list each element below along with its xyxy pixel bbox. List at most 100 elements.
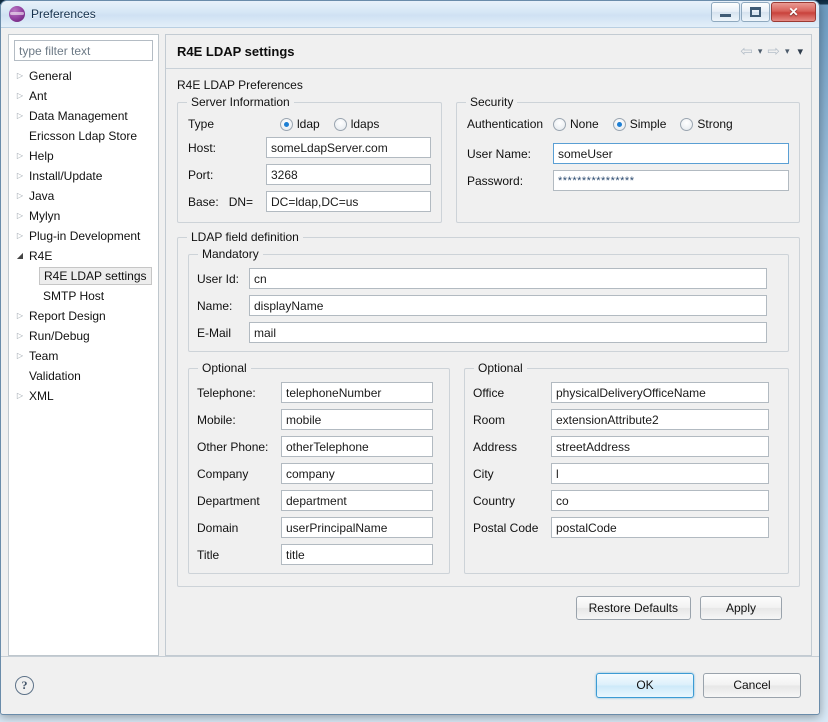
radio-auth-strong[interactable]: Strong: [680, 117, 733, 131]
other-phone-input[interactable]: [281, 436, 433, 457]
sidebar-item-label: R4E LDAP settings: [39, 267, 152, 285]
e-mail-input[interactable]: [249, 322, 767, 343]
mobile-input[interactable]: [281, 409, 433, 430]
sidebar-item-label: Team: [29, 349, 59, 363]
sidebar-item-ant[interactable]: ▷ Ant: [9, 86, 158, 106]
back-arrow-icon[interactable]: ⇦: [740, 44, 753, 59]
back-dropdown-caret-icon[interactable]: ▾: [758, 46, 763, 57]
department-input[interactable]: [281, 490, 433, 511]
restore-defaults-button[interactable]: Restore Defaults: [575, 596, 691, 620]
sidebar-item-report-design[interactable]: ▷ Report Design: [9, 306, 158, 326]
tree-expand-arrow-icon[interactable]: ▷: [13, 332, 27, 340]
port-label: Port:: [188, 167, 214, 182]
forward-dropdown-caret-icon[interactable]: ▾: [785, 46, 790, 57]
tree-expand-arrow-icon[interactable]: ▷: [13, 172, 27, 180]
sidebar-item-label: R4E: [29, 249, 53, 263]
sidebar-item-label: Report Design: [29, 309, 106, 323]
tree-expand-arrow-icon[interactable]: ▷: [13, 232, 27, 240]
base-dn-row: Base: DN=: [188, 191, 431, 212]
radio-ldap-indicator-icon: [280, 117, 293, 131]
optional-right-group: Optional Office Room Address City Country Pos…: [464, 361, 789, 574]
name-input[interactable]: [249, 295, 767, 316]
sidebar-item-general[interactable]: ▷ General: [9, 66, 158, 86]
tree-expand-arrow-icon[interactable]: ▷: [13, 352, 27, 360]
mandatory-group: Mandatory User Id: Name: E-Mail: [188, 247, 789, 352]
authentication-label: Authentication: [467, 117, 544, 131]
sidebar-item-team[interactable]: ▷ Team: [9, 346, 158, 366]
field-label: Telephone:: [197, 385, 256, 400]
tree-expand-arrow-icon[interactable]: ▷: [13, 112, 27, 120]
panel-menu-caret-icon[interactable]: ▾: [797, 45, 803, 58]
postal-code-input[interactable]: [551, 517, 769, 538]
sidebar-item-r4e[interactable]: ◢ R4E: [9, 246, 158, 266]
dn-label: DN=: [228, 194, 254, 209]
dialog-action-buttons: OK Cancel: [596, 672, 801, 698]
office-input[interactable]: [551, 382, 769, 403]
company-input[interactable]: [281, 463, 433, 484]
filter-input[interactable]: [14, 40, 153, 61]
tree-expand-arrow-icon[interactable]: ▷: [13, 312, 27, 320]
ok-button[interactable]: OK: [596, 672, 694, 698]
sidebar-item-label: Mylyn: [29, 209, 61, 223]
tree-expand-arrow-icon[interactable]: ▷: [13, 392, 27, 400]
sidebar-item-ericsson-ldap-store[interactable]: Ericsson Ldap Store: [9, 126, 158, 146]
domain-input[interactable]: [281, 517, 433, 538]
sidebar-item-smtp-host[interactable]: SMTP Host: [9, 286, 158, 306]
minimize-button[interactable]: [711, 2, 740, 22]
cancel-button[interactable]: Cancel: [703, 672, 801, 698]
port-input[interactable]: [266, 164, 431, 185]
help-icon[interactable]: ?: [15, 675, 34, 695]
sidebar-item-r4e-ldap-settings[interactable]: R4E LDAP settings: [9, 266, 158, 286]
optional-right-group-label: Optional: [474, 361, 527, 375]
radio-ldap[interactable]: ldap: [280, 117, 320, 131]
radio-ldaps[interactable]: ldaps: [333, 117, 379, 131]
password-input[interactable]: [553, 170, 789, 191]
preferences-tree[interactable]: ▷ General ▷ Ant ▷ Data Management Ericsson Lda…: [9, 64, 158, 655]
tree-expand-arrow-icon[interactable]: ▷: [13, 72, 27, 80]
base-dn-input[interactable]: [266, 191, 431, 212]
mandatory-group-label: Mandatory: [198, 247, 263, 261]
host-input[interactable]: [266, 137, 431, 158]
user-id-input[interactable]: [249, 268, 767, 289]
sidebar-item-label: Run/Debug: [29, 329, 90, 343]
title-input[interactable]: [281, 544, 433, 565]
forward-arrow-icon[interactable]: ⇨: [767, 44, 780, 59]
username-input[interactable]: [553, 143, 789, 164]
telephone-input[interactable]: [281, 382, 433, 403]
sidebar-item-mylyn[interactable]: ▷ Mylyn: [9, 206, 158, 226]
sidebar-item-run-debug[interactable]: ▷ Run/Debug: [9, 326, 158, 346]
close-button[interactable]: ✕: [771, 2, 816, 22]
radio-auth-simple[interactable]: Simple: [612, 117, 666, 131]
field-label: Address: [473, 439, 518, 454]
password-row: Password:: [467, 170, 789, 191]
sidebar-item-label: Plug-in Development: [29, 229, 141, 243]
field-label: Department: [197, 493, 260, 508]
maximize-button[interactable]: [741, 2, 770, 22]
sidebar-item-plug-in-development[interactable]: ▷ Plug-in Development: [9, 226, 158, 246]
tree-expand-arrow-icon[interactable]: ▷: [13, 92, 27, 100]
sidebar-item-label: Help: [29, 149, 54, 163]
tree-expand-arrow-icon[interactable]: ▷: [13, 192, 27, 200]
sidebar-item-validation[interactable]: Validation: [9, 366, 158, 386]
radio-auth-none[interactable]: None: [553, 117, 599, 131]
optional-left-fields: Telephone: Mobile: Other Phone: Company Depa…: [197, 382, 441, 565]
sidebar-item-java[interactable]: ▷ Java: [9, 186, 158, 206]
sidebar-item-data-management[interactable]: ▷ Data Management: [9, 106, 158, 126]
address-input[interactable]: [551, 436, 769, 457]
sidebar-item-label: SMTP Host: [43, 289, 105, 303]
city-input[interactable]: [551, 463, 769, 484]
tree-expand-arrow-icon[interactable]: ▷: [13, 152, 27, 160]
country-input[interactable]: [551, 490, 769, 511]
room-input[interactable]: [551, 409, 769, 430]
field-row: Telephone:: [197, 382, 441, 403]
sidebar-item-help[interactable]: ▷ Help: [9, 146, 158, 166]
ok-label: OK: [636, 678, 654, 692]
tree-collapse-arrow-icon[interactable]: ◢: [13, 252, 27, 260]
sidebar-item-install-update[interactable]: ▷ Install/Update: [9, 166, 158, 186]
optional-right-fields: Office Room Address City Country Postal Code: [473, 382, 780, 538]
sidebar-item-xml[interactable]: ▷ XML: [9, 386, 158, 406]
apply-button[interactable]: Apply: [700, 596, 782, 620]
radio-auth-simple-indicator-icon: [612, 117, 626, 131]
ldap-field-definition-group: LDAP field definition Mandatory User Id:…: [177, 230, 800, 587]
tree-expand-arrow-icon[interactable]: ▷: [13, 212, 27, 220]
